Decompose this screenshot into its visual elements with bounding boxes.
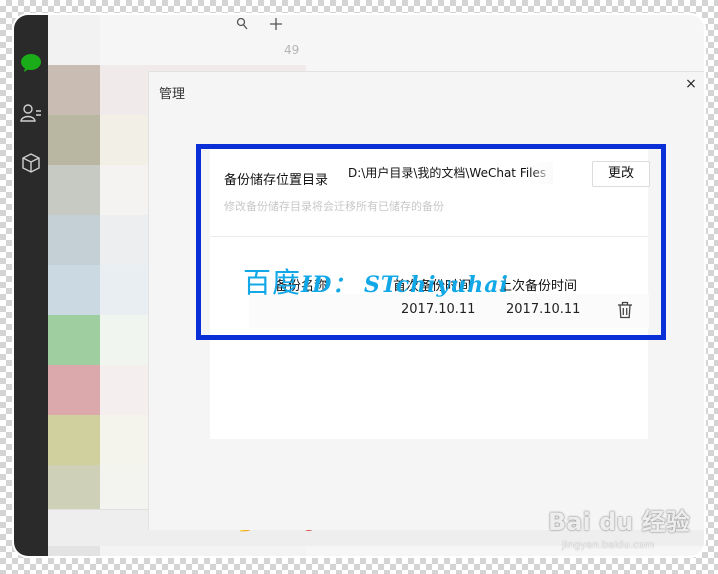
avatar[interactable]: [48, 265, 100, 315]
contacts-icon[interactable]: [19, 101, 43, 125]
top-toolbar: [236, 15, 282, 30]
wechat-window: 49 🤔... 🔕 管理 × 备份储存位置目录 D:\用户目录\我的文档\WeC…: [14, 15, 704, 556]
avatar[interactable]: [48, 215, 100, 265]
plus-icon[interactable]: [270, 15, 282, 34]
sidebar: [14, 15, 48, 556]
search-icon[interactable]: [236, 15, 248, 34]
backup-path-field[interactable]: D:\用户目录\我的文档\WeChat Files: [346, 162, 553, 184]
divider: [210, 236, 648, 237]
close-button[interactable]: ×: [681, 74, 701, 94]
avatar[interactable]: [48, 115, 100, 165]
chat-bubble-icon[interactable]: [19, 51, 43, 75]
last-backup-time: 2017.10.11: [506, 302, 581, 317]
avatar[interactable]: [48, 365, 100, 415]
baidu-logo: Bai du 经验: [548, 508, 690, 536]
avatar[interactable]: [48, 415, 100, 465]
watermark-text: 百度ID： STchiyuhai: [243, 261, 509, 301]
col-header-last: 上次备份时间: [499, 279, 578, 294]
backup-path-value: D:\用户目录\我的文档\WeChat Files: [348, 166, 547, 180]
dialog-title: 管理: [159, 87, 186, 102]
trash-icon[interactable]: [617, 301, 633, 319]
avatar[interactable]: [48, 15, 100, 65]
box-icon[interactable]: [19, 151, 43, 175]
location-hint: 修改备份储存目录将会迁移所有已储存的备份: [224, 200, 444, 213]
path-fade: [531, 162, 553, 184]
location-label: 备份储存位置目录: [224, 173, 329, 188]
first-backup-time: 2017.10.11: [401, 302, 476, 317]
manage-dialog: 管理 × 备份储存位置目录 D:\用户目录\我的文档\WeChat Files …: [148, 71, 704, 530]
unread-count: 49: [284, 43, 300, 57]
avatar[interactable]: [48, 165, 100, 215]
watermark-latin: ID： STchiyuhai: [301, 272, 509, 298]
avatar-column: [48, 15, 100, 556]
change-button[interactable]: 更改: [592, 161, 650, 187]
baidu-url: jingyan.baidu.com: [562, 540, 655, 551]
avatar[interactable]: [48, 315, 100, 365]
avatar[interactable]: [48, 65, 100, 115]
watermark-cn: 百度: [243, 266, 302, 299]
avatar[interactable]: [48, 465, 100, 515]
